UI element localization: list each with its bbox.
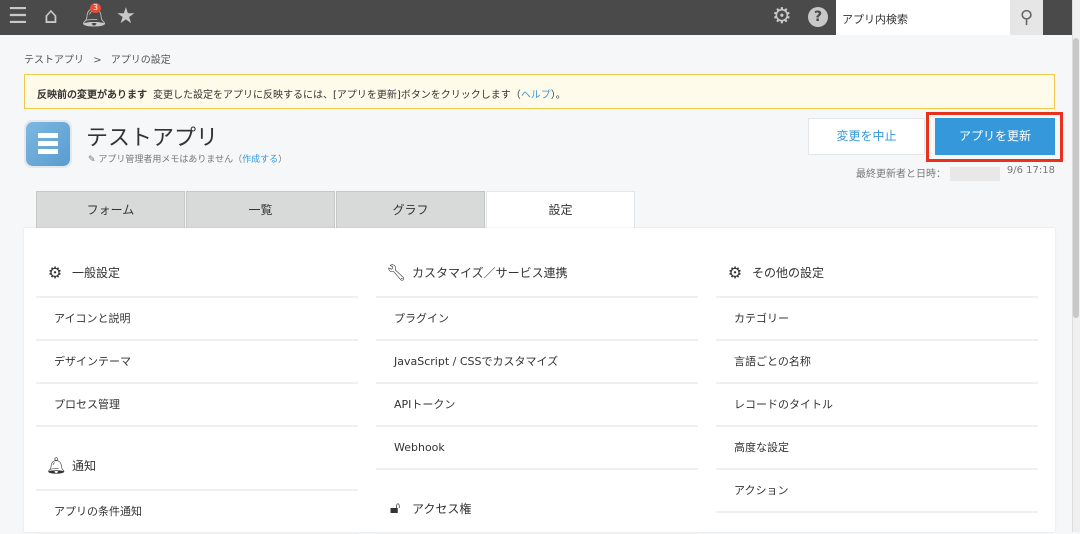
tab-settings[interactable]: 設定: [486, 191, 635, 228]
settings-section: ⚙ その他の設定カテゴリー 言語ごとの名称 レコードのタイトル 高度な設定 アクション: [716, 248, 1038, 513]
last-updated: 最終更新者と日時： 9/6 17:18: [856, 165, 1055, 181]
cancel-changes-button[interactable]: 変更を中止: [808, 118, 925, 155]
breadcrumb: テストアプリ > アプリの設定: [24, 51, 171, 66]
search-button[interactable]: ⚲: [1010, 0, 1043, 35]
breadcrumb-current: アプリの設定: [110, 55, 171, 66]
section-heading: 🔔︎ 通知: [36, 441, 358, 491]
update-app-button[interactable]: アプリを更新: [935, 118, 1055, 155]
help-icon[interactable]: ?: [808, 7, 828, 27]
gear-icon: ⚙: [47, 262, 63, 282]
top-bar: ☰ ⌂ 🔔︎ 3 ★ ⚙ ? アプリ内検索 ⚲: [0, 0, 1072, 35]
settings-link[interactable]: プロセス管理: [36, 384, 358, 427]
redacted-user: [950, 167, 1000, 181]
settings-link[interactable]: JavaScript / CSSでカスタマイズ: [376, 341, 698, 384]
settings-section: 🔔︎ 通知アプリの条件通知: [36, 441, 358, 534]
bell-icon: 🔔︎: [46, 455, 67, 475]
memo-icon: ✎: [88, 155, 96, 165]
section-heading: ⚙ 一般設定: [36, 248, 358, 298]
settings-panel: ⚙ 一般設定アイコンと説明 デザインテーマ プロセス管理 🔔︎ 通知アプリの条件通知 🔧︎…: [24, 228, 1055, 534]
settings-link[interactable]: アプリの条件通知: [36, 491, 358, 534]
settings-section: 🔧︎ カスタマイズ／サービス連携プラグイン JavaScript / CSSでカスタ…: [376, 248, 698, 470]
app-icon: [24, 120, 72, 168]
gear-icon[interactable]: ⚙: [772, 5, 792, 29]
gears-icon: ⚙: [727, 262, 743, 282]
settings-link[interactable]: プラグイン: [376, 298, 698, 341]
settings-column-2: 🔧︎ カスタマイズ／サービス連携プラグイン JavaScript / CSSでカスタ…: [376, 248, 698, 534]
section-heading-label: 通知: [72, 458, 97, 473]
last-updated-label: 最終更新者と日時：: [856, 169, 946, 180]
settings-link[interactable]: 言語ごとの名称: [716, 341, 1038, 384]
memo-text: アプリ管理者用メモはありません（: [98, 155, 243, 165]
menu-icon[interactable]: ☰: [8, 5, 28, 29]
settings-link[interactable]: アクション: [716, 470, 1038, 513]
breadcrumb-app[interactable]: テストアプリ: [24, 55, 84, 66]
section-heading-label: その他の設定: [752, 265, 825, 280]
scroll-thumb[interactable]: [1073, 38, 1079, 318]
notification-badge: 3: [90, 3, 102, 13]
search-input[interactable]: アプリ内検索: [836, 0, 1010, 35]
scrollbar[interactable]: [1072, 0, 1080, 532]
admin-memo: ✎ アプリ管理者用メモはありません（作成する）: [88, 152, 287, 165]
settings-link[interactable]: アイコンと説明: [36, 298, 358, 341]
lock-icon: 🔓︎: [389, 498, 401, 517]
settings-section: ⚙ 一般設定アイコンと説明 デザインテーマ プロセス管理: [36, 248, 358, 427]
memo-end: ）: [278, 155, 288, 165]
section-heading-label: アクセス権: [412, 501, 472, 516]
settings-link[interactable]: Webhook: [376, 427, 698, 470]
tab-graphs[interactable]: グラフ: [336, 191, 485, 228]
star-icon[interactable]: ★: [116, 5, 136, 29]
breadcrumb-separator: >: [93, 55, 102, 66]
section-heading: 🔧︎ カスタマイズ／サービス連携: [376, 248, 698, 298]
settings-column-3: ⚙ その他の設定カテゴリー 言語ごとの名称 レコードのタイトル 高度な設定 アクション: [716, 248, 1038, 513]
create-memo-link[interactable]: 作成する: [242, 155, 278, 165]
section-heading-label: カスタマイズ／サービス連携: [412, 265, 568, 280]
last-updated-datetime: 9/6 17:18: [1006, 165, 1055, 176]
tab-form[interactable]: フォーム: [36, 191, 185, 228]
settings-column-1: ⚙ 一般設定アイコンと説明 デザインテーマ プロセス管理 🔔︎ 通知アプリの条件通知: [36, 248, 358, 534]
notice-title: 反映前の変更があります: [37, 90, 147, 101]
help-link[interactable]: ヘルプ: [521, 90, 551, 101]
settings-link[interactable]: デザインテーマ: [36, 341, 358, 384]
settings-link[interactable]: APIトークン: [376, 384, 698, 427]
settings-link[interactable]: レコードのタイトル: [716, 384, 1038, 427]
page-title: テストアプリ: [86, 126, 219, 151]
wrench-icon: 🔧︎: [386, 262, 407, 282]
tab-views[interactable]: 一覧: [186, 191, 335, 228]
notice-text: 変更した設定をアプリに反映するには、[アプリを更新]ボタンをクリックします（: [153, 90, 521, 101]
section-heading: ⚙ その他の設定: [716, 248, 1038, 298]
section-heading: 🔓︎ アクセス権: [376, 484, 698, 534]
settings-link[interactable]: 高度な設定: [716, 427, 1038, 470]
settings-link[interactable]: カテゴリー: [716, 298, 1038, 341]
section-heading-label: 一般設定: [72, 265, 121, 280]
notice-end: ）。: [550, 90, 566, 101]
home-icon[interactable]: ⌂: [44, 5, 58, 29]
settings-section: 🔓︎ アクセス権: [376, 484, 698, 534]
pending-changes-notice: 反映前の変更があります 変更した設定をアプリに反映するには、[アプリを更新]ボタン…: [24, 74, 1055, 109]
search-icon: ⚲: [1019, 7, 1034, 28]
